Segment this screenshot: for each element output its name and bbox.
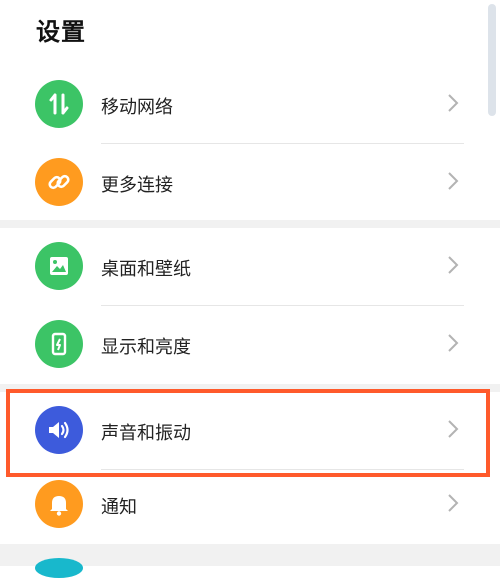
arrows-updown-icon xyxy=(35,80,83,128)
settings-item-label: 更多连接 xyxy=(101,175,173,196)
image-icon xyxy=(35,242,83,290)
settings-item-label: 通知 xyxy=(101,497,137,518)
chevron-right-icon xyxy=(448,494,459,512)
chevron-right-icon xyxy=(448,94,459,112)
partial-list-item-icon xyxy=(35,558,83,578)
chevron-right-icon xyxy=(448,172,459,190)
page-title: 设置 xyxy=(36,18,86,46)
chevron-right-icon xyxy=(448,256,459,274)
settings-item-display-brightness[interactable]: 显示和亮度 xyxy=(0,306,500,384)
chevron-right-icon xyxy=(448,334,459,352)
settings-item-more-connections[interactable]: 更多连接 xyxy=(0,144,500,222)
bell-icon xyxy=(35,480,83,528)
highlight-box xyxy=(6,389,490,477)
settings-item-label: 移动网络 xyxy=(101,97,173,118)
settings-item-mobile-network[interactable]: 移动网络 xyxy=(0,66,500,144)
settings-item-desktop-wallpaper[interactable]: 桌面和壁纸 xyxy=(0,228,500,306)
settings-item-label: 显示和亮度 xyxy=(101,337,191,358)
section-separator xyxy=(0,220,500,228)
settings-item-label: 桌面和壁纸 xyxy=(101,259,191,280)
link-icon xyxy=(35,158,83,206)
settings-item-notifications[interactable]: 通知 xyxy=(0,466,500,544)
phone-brightness-icon xyxy=(35,320,83,368)
